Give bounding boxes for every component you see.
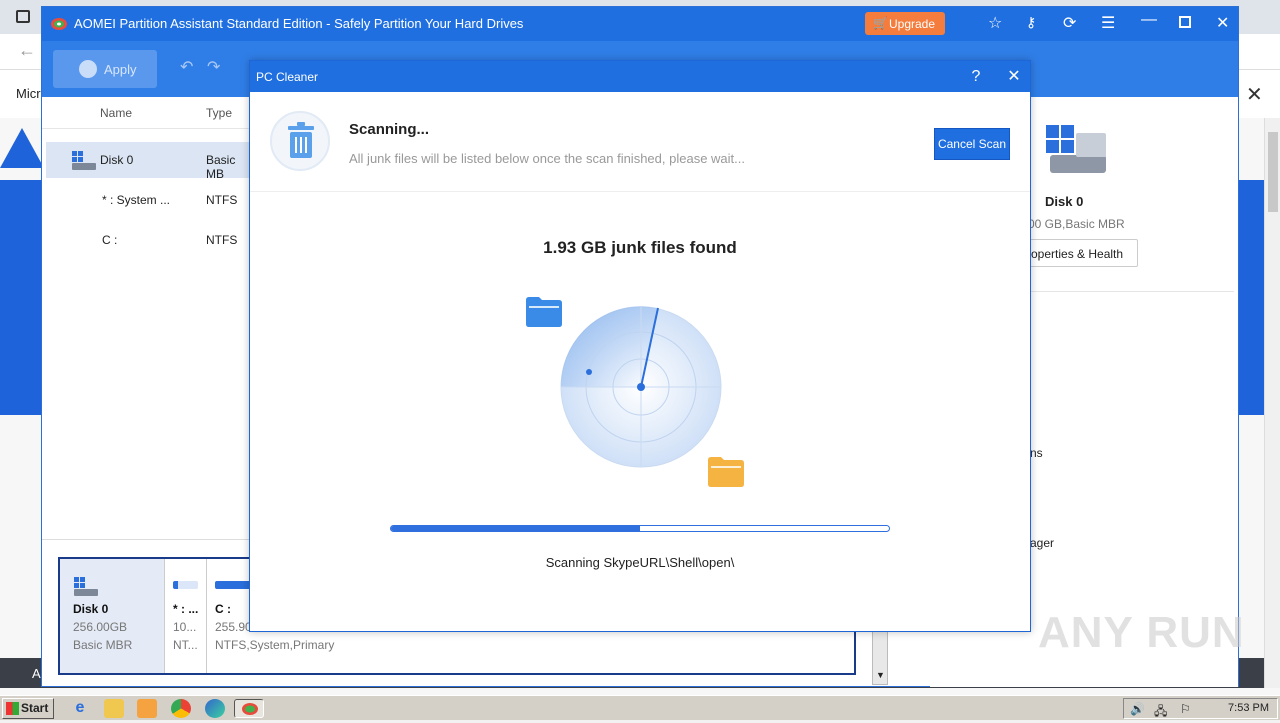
help-icon[interactable]: ?: [964, 65, 988, 89]
disk-map-disk0[interactable]: Disk 0 256.00GB Basic MBR: [60, 559, 164, 673]
col-name[interactable]: Name: [100, 106, 132, 120]
blue-folder-icon: [526, 297, 562, 327]
key-icon[interactable]: ⚷: [1026, 14, 1036, 31]
scan-status-title: Scanning...: [349, 121, 430, 138]
partition-size: 255.90: [215, 620, 252, 634]
row-name: C :: [102, 233, 118, 247]
partition-usage-bar: [173, 581, 198, 589]
close-icon[interactable]: ✕: [1246, 82, 1263, 107]
app-title: AOMEI Partition Assistant Standard Editi…: [74, 16, 524, 31]
row-type: NTFS: [206, 193, 238, 207]
minimize-icon[interactable]: —: [1141, 11, 1157, 29]
dialog-titlebar: PC Cleaner ? ✕: [250, 61, 1030, 92]
partition-row-c[interactable]: C : NTFS: [46, 222, 252, 258]
back-arrow-icon[interactable]: ←: [18, 40, 36, 61]
partition-name: * : ...: [173, 602, 199, 616]
taskbar-clock[interactable]: 7:53 PM: [1228, 702, 1269, 714]
partition-list-header: Name Type: [42, 97, 252, 129]
site-logo: [0, 128, 44, 168]
edge-icon[interactable]: [205, 699, 225, 718]
refresh-icon[interactable]: ⟳: [1063, 13, 1076, 33]
redo-icon[interactable]: ↷: [207, 57, 220, 77]
large-disk-icon: [1046, 125, 1106, 173]
row-type: Basic MB: [206, 153, 236, 181]
windows-logo-icon: [6, 702, 19, 715]
row-type: NTFS: [206, 233, 238, 247]
panel-disk-name: Disk 0: [1045, 194, 1084, 209]
ie-icon[interactable]: e: [70, 699, 90, 718]
partition-size: 10...: [173, 620, 197, 634]
disk-name: Disk 0: [73, 602, 109, 616]
partition-name: C :: [215, 602, 231, 616]
upgrade-button[interactable]: 🛒 Upgrade: [865, 12, 945, 35]
apply-label: Apply: [104, 62, 137, 77]
scan-progress-fill: [391, 526, 640, 531]
panel-partial-1[interactable]: ns: [1030, 446, 1043, 460]
partition-row-system[interactable]: * : System ... NTFS: [46, 182, 252, 218]
partition-row-disk0[interactable]: Disk 0 Basic MB: [46, 142, 252, 181]
row-name: Disk 0: [100, 153, 134, 167]
browser-scrollbar[interactable]: [1264, 118, 1280, 688]
dialog-title: PC Cleaner: [256, 70, 319, 84]
scan-current-path: Scanning SkypeURL\Shell\open\: [545, 555, 735, 570]
volume-icon[interactable]: 🔊: [1130, 702, 1145, 716]
apply-button[interactable]: Apply: [53, 50, 157, 88]
scan-status-subtitle: All junk files will be listed below once…: [349, 151, 745, 166]
disk-size: 256.00GB: [73, 620, 128, 634]
anyrun-watermark: ANY RUN: [1038, 608, 1245, 657]
system-tray: 🔊 🖧 ⚐ 7:53 PM: [1123, 698, 1278, 719]
start-label: Start: [21, 701, 49, 715]
star-icon[interactable]: ☆: [988, 13, 1002, 33]
aomei-taskbar-icon[interactable]: [234, 699, 264, 718]
chrome-icon[interactable]: [171, 699, 191, 718]
upgrade-label: Upgrade: [889, 17, 936, 31]
orange-folder-icon: [708, 457, 744, 487]
media-player-icon[interactable]: [137, 699, 157, 718]
cart-icon: 🛒: [873, 16, 888, 30]
dialog-header: Scanning... All junk files will be liste…: [250, 92, 1030, 192]
disk-type: Basic MBR: [73, 638, 133, 652]
scrollbar-thumb[interactable]: [1268, 132, 1278, 212]
folder-icon[interactable]: [104, 699, 124, 718]
properties-health-button[interactable]: roperties & Health: [1020, 239, 1138, 267]
partition-fs: NT...: [173, 638, 198, 652]
disk-icon: [74, 577, 98, 596]
junk-found-text: 1.93 GB junk files found: [543, 238, 737, 257]
pc-cleaner-dialog: PC Cleaner ? ✕ Scanning... All junk file…: [249, 60, 1031, 632]
partition-fs: NTFS,System,Primary: [215, 638, 335, 652]
col-type[interactable]: Type: [206, 106, 232, 120]
menu-icon[interactable]: ☰: [1101, 13, 1115, 33]
disk-map-partition-system[interactable]: * : ... 10... NT...: [164, 559, 206, 673]
scan-progress-bar: [390, 525, 890, 532]
panel-disk-info: 00 GB,Basic MBR: [1028, 217, 1125, 231]
disk-map-scrollbar[interactable]: ▼: [872, 629, 888, 685]
window-close-icon[interactable]: ✕: [1216, 13, 1229, 33]
start-button[interactable]: Start: [2, 698, 54, 719]
properties-health-label: roperties & Health: [1027, 247, 1124, 261]
disk-icon: [72, 151, 96, 170]
flag-icon[interactable]: ⚐: [1180, 702, 1191, 716]
app-logo-icon: [51, 18, 67, 30]
partial-text-bottom: A: [32, 666, 41, 681]
trash-icon: [270, 111, 330, 171]
app-titlebar: AOMEI Partition Assistant Standard Editi…: [42, 7, 1238, 41]
maximize-icon[interactable]: [1179, 16, 1191, 28]
tab-icon[interactable]: [16, 10, 30, 23]
dialog-close-icon[interactable]: ✕: [1002, 65, 1026, 89]
row-name: * : System ...: [102, 193, 171, 207]
partial-text-left: Micr: [16, 86, 41, 101]
check-icon: [79, 60, 97, 78]
scroll-down-icon[interactable]: ▼: [876, 670, 885, 680]
panel-partial-2[interactable]: ager: [1030, 536, 1054, 550]
undo-icon[interactable]: ↶: [180, 57, 193, 77]
cancel-scan-button[interactable]: Cancel Scan: [934, 128, 1010, 160]
windows-taskbar: Start e 🔊 🖧 ⚐ 7:53 PM: [0, 695, 1280, 720]
